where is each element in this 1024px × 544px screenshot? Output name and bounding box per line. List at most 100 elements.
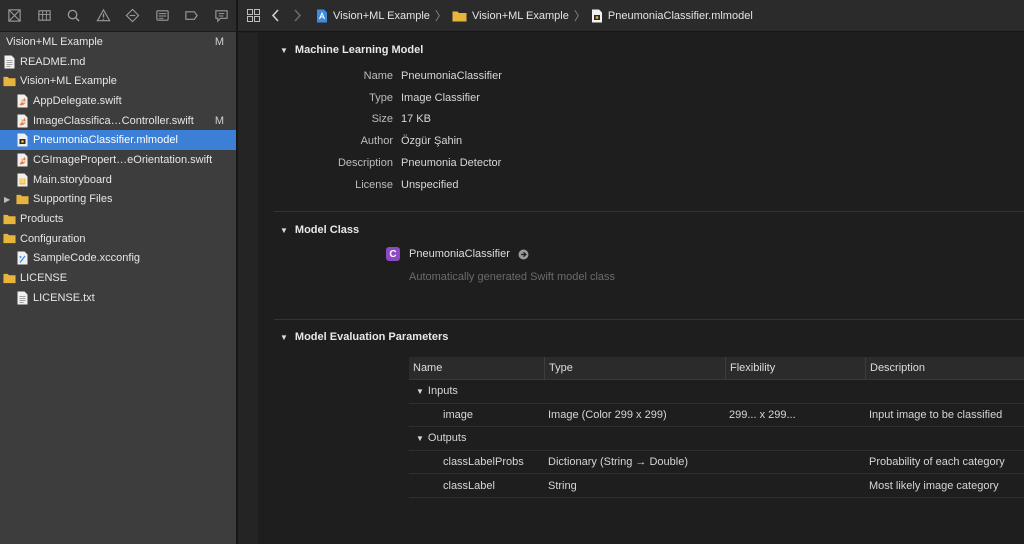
disclosure-triangle-icon[interactable]: ▼ <box>280 46 288 55</box>
table-row[interactable]: image Image (Color 299 x 299) 299... x 299… <box>409 404 1024 428</box>
table-row[interactable]: classLabel String Most likely image catego… <box>409 474 1024 498</box>
column-header-flexibility[interactable]: Flexibility <box>726 356 866 380</box>
modified-badge: M <box>214 35 224 48</box>
outputs-group-label: Outputs <box>427 432 467 445</box>
file-tree-row[interactable]: README.md <box>0 52 236 72</box>
editor-gutter <box>238 33 258 544</box>
inputs-group-label: Inputs <box>427 385 458 398</box>
folder-icon <box>452 10 467 22</box>
param-description: Input image to be classified <box>869 408 1003 421</box>
disclosure-triangle-icon[interactable]: ▶ <box>4 195 12 204</box>
file-tree-row[interactable]: Configuration <box>0 229 236 249</box>
project-navigator-icon[interactable] <box>0 0 30 32</box>
file-tree-label: Products <box>20 213 64 226</box>
model-class-row: C PneumoniaClassifier <box>386 247 529 261</box>
disclosure-triangle-icon[interactable]: ▼ <box>416 387 424 396</box>
table-header: Name Type Flexibility Description <box>409 356 1024 380</box>
file-tree-row[interactable]: AppDelegate.swift <box>0 91 236 111</box>
file-tree-row[interactable]: Main.storyboard <box>0 170 236 190</box>
column-header-name[interactable]: Name <box>409 356 545 380</box>
class-icon: C <box>386 247 400 261</box>
breadcrumb-item-file[interactable]: PneumoniaClassifier.mlmodel <box>608 10 753 22</box>
file-tree-row[interactable]: CGImagePropert…eOrientation.swift <box>0 150 236 170</box>
param-description: Probability of each category <box>869 456 1005 469</box>
inputs-group-row[interactable]: ▼ Inputs <box>409 380 1024 404</box>
table-row[interactable]: classLabelProbs Dictionary (String → Doub… <box>409 451 1024 475</box>
property-row: Size 17 KB <box>274 109 774 129</box>
param-flexibility: 299... x 299... <box>729 408 796 421</box>
property-value: Image Classifier <box>401 91 480 104</box>
issue-icon[interactable] <box>89 0 119 32</box>
breadcrumb-item-group[interactable]: Vision+ML Example <box>472 10 569 22</box>
text-file-icon <box>3 55 16 69</box>
breadcrumb-chevron-icon: 〉 <box>573 9 586 23</box>
file-tree-row[interactable]: SampleCode.xcconfig <box>0 249 236 269</box>
file-tree-row[interactable]: ▶ Supporting Files <box>0 190 236 210</box>
source-control-icon[interactable] <box>30 0 60 32</box>
breadcrumb-chevron-icon: 〉 <box>434 9 447 23</box>
file-tree-label: README.md <box>20 55 86 68</box>
navigator-toolbar <box>0 0 236 32</box>
property-label: Type <box>369 91 393 104</box>
disclosure-triangle-icon[interactable]: ▼ <box>280 333 288 342</box>
section-model-evaluation-parameters[interactable]: ▼ Model Evaluation Parameters <box>280 331 448 343</box>
file-tree-label: AppDelegate.swift <box>33 94 122 107</box>
property-value: Unspecified <box>401 178 459 191</box>
project-root-row[interactable]: Vision+ML Example M <box>0 32 236 52</box>
evaluation-table: Name Type Flexibility Description ▼ Input… <box>409 356 1024 498</box>
column-header-type[interactable]: Type <box>545 356 726 380</box>
section-model-class[interactable]: ▼ Model Class <box>280 224 359 236</box>
project-navigator: Vision+ML Example M README.md Vision+ML E… <box>0 0 236 544</box>
property-label: License <box>355 178 393 191</box>
section-title: Machine Learning Model <box>294 44 424 56</box>
model-class-name: PneumoniaClassifier <box>409 248 510 260</box>
file-tree-row[interactable]: Vision+ML Example <box>0 71 236 91</box>
disclosure-triangle-icon[interactable]: ▼ <box>280 226 288 235</box>
file-tree-row[interactable]: LICENSE <box>0 268 236 288</box>
forward-arrow-icon[interactable] <box>286 0 308 32</box>
go-to-class-arrow-icon[interactable] <box>518 249 529 260</box>
test-icon[interactable] <box>118 0 148 32</box>
file-tree-label: LICENSE <box>20 272 68 285</box>
param-type: String <box>548 479 577 492</box>
property-row: License Unspecified <box>274 175 774 195</box>
file-tree-row[interactable]: LICENSE.txt <box>0 288 236 308</box>
disclosure-triangle-icon[interactable]: ▼ <box>416 434 424 443</box>
file-tree-label: CGImagePropert…eOrientation.swift <box>33 153 213 166</box>
breadcrumb-item-project[interactable]: Vision+ML Example <box>333 10 430 22</box>
file-tree-row[interactable]: PneumoniaClassifier.mlmodel <box>0 130 236 151</box>
back-arrow-icon[interactable] <box>264 0 286 32</box>
property-label: Description <box>337 156 393 169</box>
file-tree: Vision+ML Example M README.md Vision+ML E… <box>0 32 236 308</box>
param-description: Most likely image category <box>869 479 999 492</box>
breakpoint-icon[interactable] <box>177 0 207 32</box>
folder-icon <box>3 232 16 246</box>
debug-icon[interactable] <box>148 0 178 32</box>
text-file-icon <box>16 291 29 305</box>
outputs-group-row[interactable]: ▼ Outputs <box>409 427 1024 451</box>
report-icon[interactable] <box>207 0 237 32</box>
file-tree-label: Configuration <box>20 232 86 245</box>
property-row: Name PneumoniaClassifier <box>274 66 774 86</box>
breadcrumb: Vision+ML Example 〉 Vision+ML Example 〉 … <box>316 7 753 24</box>
mlmodel-file-icon <box>591 9 603 23</box>
section-machine-learning-model[interactable]: ▼ Machine Learning Model <box>280 44 423 56</box>
folder-icon <box>3 212 16 226</box>
section-divider <box>274 211 1024 212</box>
folder-icon <box>3 271 16 285</box>
property-label: Name <box>363 70 393 82</box>
param-type: Dictionary (String → Double) <box>548 456 688 469</box>
property-row: Description Pneumonia Detector <box>274 153 774 173</box>
file-tree-label: ImageClassifica…Controller.swift <box>33 114 194 127</box>
outputs-rows: classLabelProbs Dictionary (String → Doub… <box>409 451 1024 498</box>
find-icon[interactable] <box>59 0 89 32</box>
storyboard-file-icon <box>16 173 29 187</box>
folder-icon <box>16 192 29 206</box>
inputs-rows: image Image (Color 299 x 299) 299... x 299… <box>409 404 1024 428</box>
property-value: PneumoniaClassifier <box>401 70 502 82</box>
column-header-description[interactable]: Description <box>866 357 1024 380</box>
swift-file-icon <box>16 153 29 167</box>
file-tree-row[interactable]: ImageClassifica…Controller.swift M <box>0 111 236 131</box>
related-items-icon[interactable] <box>242 0 264 32</box>
file-tree-row[interactable]: Products <box>0 209 236 229</box>
